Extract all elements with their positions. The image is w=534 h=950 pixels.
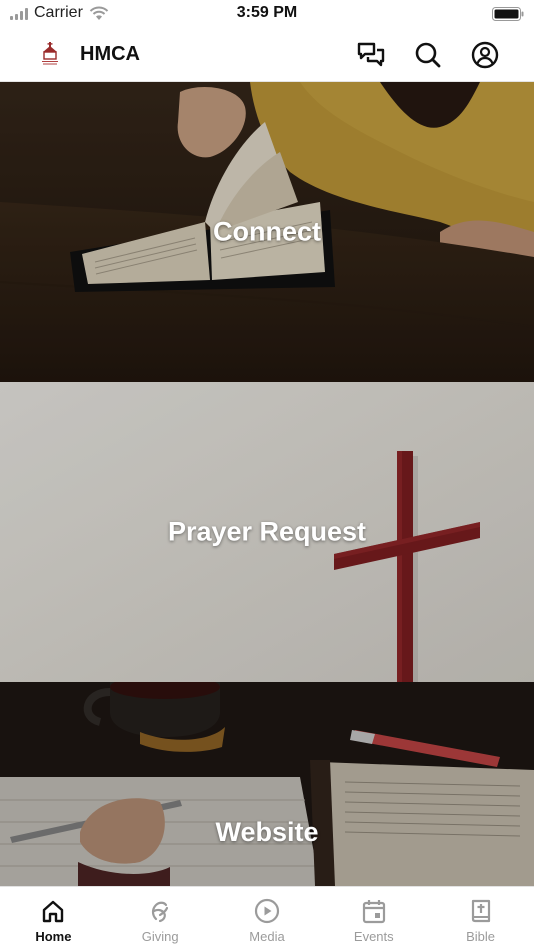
chat-button[interactable] (355, 39, 387, 71)
status-bar: Carrier 3:59 PM (0, 0, 534, 28)
app-title: HMCA (80, 43, 140, 65)
account-icon (471, 41, 499, 69)
connect-tile[interactable]: Connect (0, 82, 534, 382)
tab-giving[interactable]: Giving (107, 887, 214, 950)
tab-events[interactable]: Events (320, 887, 427, 950)
battery-icon (492, 7, 524, 21)
giving-icon (152, 901, 169, 923)
tab-media[interactable]: Media (214, 887, 321, 950)
tab-home-label: Home (35, 929, 72, 944)
website-label: Website (215, 817, 319, 847)
app-header: HMCA (0, 28, 534, 82)
home-icon (43, 900, 64, 923)
tab-giving-label: Giving (141, 929, 179, 944)
search-button[interactable] (412, 39, 444, 71)
calendar-icon (362, 900, 385, 924)
tab-bible[interactable]: Bible (427, 887, 534, 950)
church-logo (36, 40, 64, 68)
app-screen: Carrier 3:59 PM HMCA Connect Prayer Requ… (0, 0, 534, 950)
tab-bar: Home Giving Media Events Bible (0, 886, 534, 950)
search-icon (415, 42, 441, 68)
notebook-bible-image (0, 682, 534, 886)
prayer-request-tile[interactable]: Prayer Request (0, 382, 534, 682)
bible-icon (471, 899, 490, 923)
tab-media-label: Media (249, 929, 285, 944)
tab-events-label: Events (353, 929, 394, 944)
play-icon (254, 898, 280, 924)
status-time: 3:59 PM (236, 4, 298, 21)
chat-icon (357, 42, 385, 67)
tab-home[interactable]: Home (0, 887, 107, 950)
website-tile[interactable]: Website (0, 682, 534, 886)
account-button[interactable] (469, 39, 501, 71)
prayer-request-label: Prayer Request (167, 516, 367, 547)
connect-label: Connect (213, 216, 321, 247)
tab-bible-label: Bible (466, 929, 496, 944)
